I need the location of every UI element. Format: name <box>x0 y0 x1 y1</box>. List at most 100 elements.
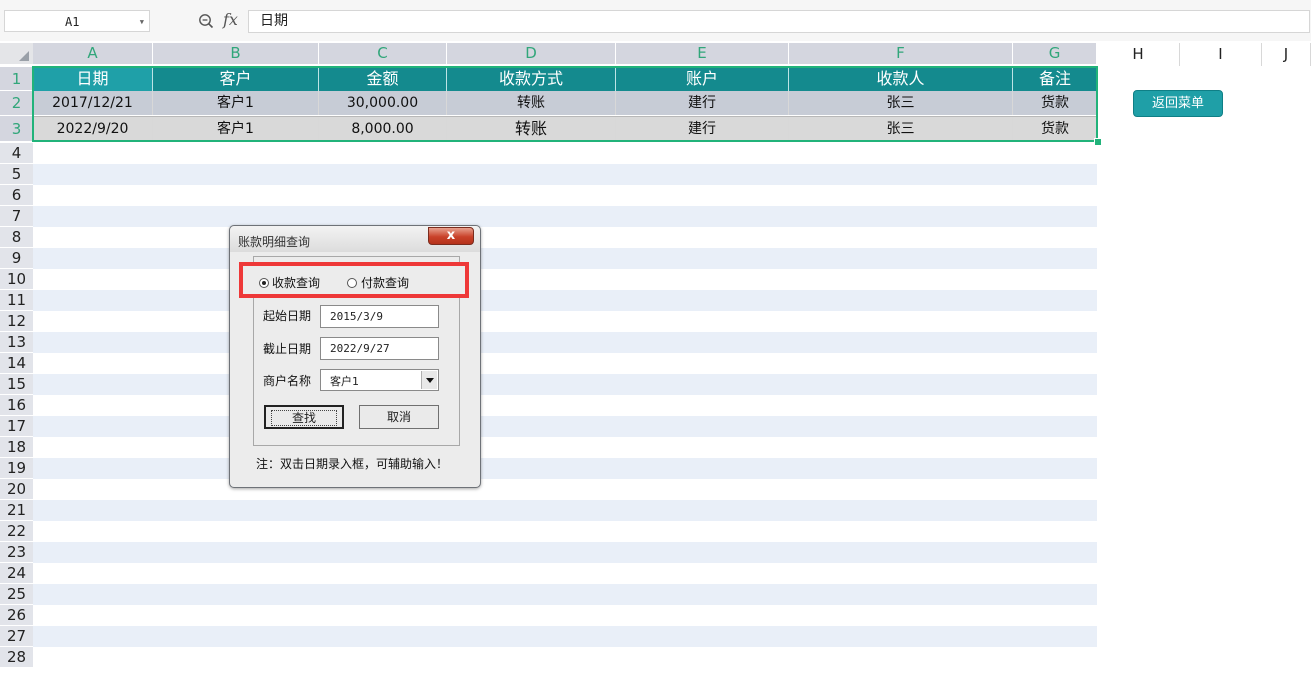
header-cell-customer[interactable]: 客户 <box>153 67 319 91</box>
grid-row[interactable] <box>33 143 1097 164</box>
column-header-7[interactable]: G <box>1013 43 1097 64</box>
row-header-26[interactable]: 26 <box>0 605 33 626</box>
header-cell-payment-method[interactable]: 收款方式 <box>447 67 616 91</box>
grid-row[interactable] <box>33 626 1097 647</box>
return-menu-button[interactable]: 返回菜单 <box>1133 90 1223 117</box>
grid-row[interactable] <box>33 164 1097 185</box>
select-all-corner[interactable] <box>0 43 33 64</box>
formula-input[interactable]: 日期 <box>248 10 1310 33</box>
cell-customer[interactable]: 客户1 <box>153 91 319 115</box>
grid-row[interactable] <box>33 185 1097 206</box>
column-header-1[interactable]: A <box>33 43 153 64</box>
cell-date[interactable]: 2017/12/21 <box>33 91 153 115</box>
cancel-button[interactable]: 取消 <box>359 405 439 429</box>
grid-row[interactable] <box>33 563 1097 584</box>
column-header-9[interactable]: I <box>1180 43 1262 66</box>
cell-payee[interactable]: 张三 <box>789 117 1013 141</box>
start-date-input[interactable]: 2015/3/9 <box>320 305 439 328</box>
row-header-3[interactable]: 3 <box>0 116 33 142</box>
grid-row[interactable] <box>33 395 1097 416</box>
row-header-10[interactable]: 10 <box>0 269 33 290</box>
row-header-11[interactable]: 11 <box>0 290 33 311</box>
grid-row[interactable] <box>33 647 1097 668</box>
cell-amount[interactable]: 30,000.00 <box>319 91 447 115</box>
row-header-22[interactable]: 22 <box>0 521 33 542</box>
cell-remark[interactable]: 货款 <box>1013 91 1097 115</box>
grid-row[interactable] <box>33 374 1097 395</box>
grid-row[interactable] <box>33 353 1097 374</box>
name-box[interactable]: A1 ▼ <box>4 10 150 32</box>
grid-row[interactable] <box>33 584 1097 605</box>
header-cell-date[interactable]: 日期 <box>33 67 153 91</box>
grid-row[interactable] <box>33 542 1097 563</box>
column-header-10[interactable]: J <box>1262 43 1311 66</box>
close-icon[interactable]: x <box>428 227 474 245</box>
row-header-25[interactable]: 25 <box>0 584 33 605</box>
grid-row[interactable] <box>33 227 1097 248</box>
fx-icon[interactable]: fx <box>223 10 238 29</box>
column-header-6[interactable]: F <box>789 43 1013 64</box>
row-header-15[interactable]: 15 <box>0 374 33 395</box>
radio-receipt-query[interactable] <box>259 278 269 288</box>
row-header-18[interactable]: 18 <box>0 437 33 458</box>
radio-payment-query[interactable] <box>347 278 357 288</box>
radio-receipt-label[interactable]: 收款查询 <box>272 274 320 291</box>
merchant-combobox[interactable]: 客户1 <box>320 369 439 391</box>
row-header-28[interactable]: 28 <box>0 647 33 668</box>
grid-row[interactable] <box>33 479 1097 500</box>
row-header-8[interactable]: 8 <box>0 227 33 248</box>
header-cell-payee[interactable]: 收款人 <box>789 67 1013 91</box>
grid-row[interactable] <box>33 269 1097 290</box>
row-header-13[interactable]: 13 <box>0 332 33 353</box>
cell-payment-method[interactable]: 转账 <box>447 117 616 141</box>
zoom-icon[interactable] <box>198 13 214 29</box>
row-header-5[interactable]: 5 <box>0 164 33 185</box>
grid-row[interactable] <box>33 248 1097 269</box>
grid-row[interactable] <box>33 605 1097 626</box>
radio-payment-label[interactable]: 付款查询 <box>361 274 409 291</box>
chevron-down-icon[interactable]: ▼ <box>140 11 144 33</box>
grid-row[interactable] <box>33 437 1097 458</box>
row-header-16[interactable]: 16 <box>0 395 33 416</box>
header-cell-remark[interactable]: 备注 <box>1013 67 1097 91</box>
find-button[interactable]: 查找 <box>264 405 344 429</box>
row-header-7[interactable]: 7 <box>0 206 33 227</box>
cell-account[interactable]: 建行 <box>616 91 789 115</box>
cell-customer[interactable]: 客户1 <box>153 117 319 141</box>
cell-payee[interactable]: 张三 <box>789 91 1013 115</box>
row-header-23[interactable]: 23 <box>0 542 33 563</box>
row-header-4[interactable]: 4 <box>0 143 33 164</box>
cell-payment-method[interactable]: 转账 <box>447 91 616 115</box>
header-cell-account[interactable]: 账户 <box>616 67 789 91</box>
chevron-down-icon[interactable] <box>421 371 437 389</box>
row-header-12[interactable]: 12 <box>0 311 33 332</box>
row-header-19[interactable]: 19 <box>0 458 33 479</box>
grid-row[interactable] <box>33 311 1097 332</box>
row-header-6[interactable]: 6 <box>0 185 33 206</box>
grid-row[interactable] <box>33 416 1097 437</box>
row-header-17[interactable]: 17 <box>0 416 33 437</box>
row-header-1[interactable]: 1 <box>0 67 33 91</box>
cell-amount[interactable]: 8,000.00 <box>319 117 447 141</box>
row-header-24[interactable]: 24 <box>0 563 33 584</box>
end-date-input[interactable]: 2022/9/27 <box>320 337 439 360</box>
column-header-2[interactable]: B <box>153 43 319 64</box>
column-header-4[interactable]: D <box>447 43 616 64</box>
row-header-9[interactable]: 9 <box>0 248 33 269</box>
cell-remark[interactable]: 货款 <box>1013 117 1097 141</box>
cell-account[interactable]: 建行 <box>616 117 789 141</box>
column-header-8[interactable]: H <box>1097 43 1180 66</box>
row-header-20[interactable]: 20 <box>0 479 33 500</box>
header-cell-amount[interactable]: 金额 <box>319 67 447 91</box>
fill-handle[interactable] <box>1094 138 1102 146</box>
grid-row[interactable] <box>33 290 1097 311</box>
column-header-5[interactable]: E <box>616 43 789 64</box>
row-header-14[interactable]: 14 <box>0 353 33 374</box>
grid-row[interactable] <box>33 332 1097 353</box>
grid-row[interactable] <box>33 500 1097 521</box>
grid-row[interactable] <box>33 458 1097 479</box>
grid-row[interactable] <box>33 206 1097 227</box>
grid-row[interactable] <box>33 521 1097 542</box>
column-header-3[interactable]: C <box>319 43 447 64</box>
row-header-2[interactable]: 2 <box>0 91 33 116</box>
